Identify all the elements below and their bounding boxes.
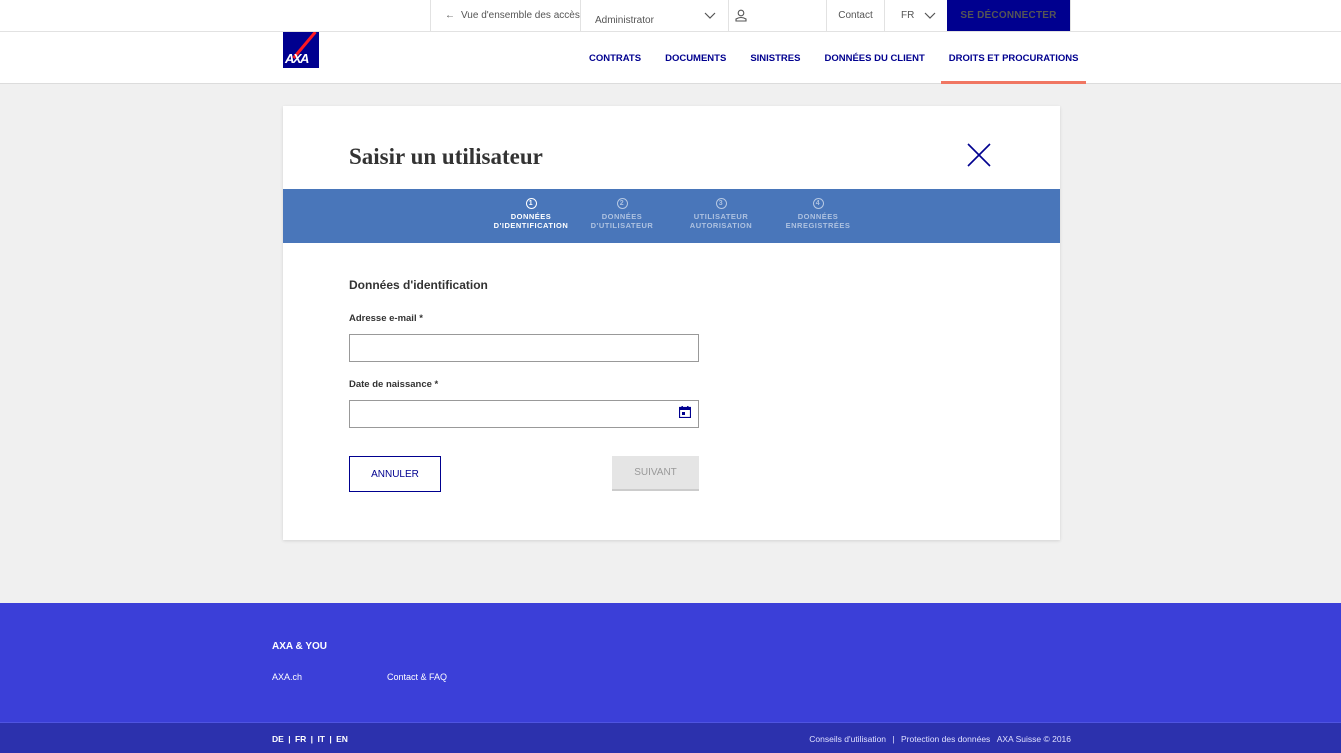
footer-bottom-bar: DE | FR | IT | EN Conseils d'utilisation… — [0, 722, 1341, 753]
step-label-line2: D'UTILISATEUR — [590, 221, 654, 230]
close-icon[interactable] — [966, 142, 992, 168]
back-to-overview-link[interactable]: ← Vue d'ensemble des accès — [430, 0, 580, 31]
contact-label: Contact — [838, 10, 873, 21]
lang-separator: | — [310, 734, 314, 744]
nav-item-rights-and-powers[interactable]: DROITS ET PROCURATIONS — [940, 32, 1087, 84]
progress-stepper: 1 DONNÉES D'IDENTIFICATION 2 DONNÉES D'U… — [283, 189, 1060, 243]
footer-lang-fr[interactable]: FR — [295, 734, 306, 744]
footer: AXA & YOU AXA.ch Contact & FAQ — [0, 603, 1341, 722]
footer-language-switcher: DE | FR | IT | EN — [272, 734, 350, 744]
arrow-left-icon: ← — [445, 10, 455, 21]
step-label-line2: AUTORISATION — [689, 221, 753, 230]
nav-item-claims[interactable]: SINISTRES — [750, 32, 800, 84]
birthdate-field[interactable] — [349, 400, 699, 428]
step-number: 4 — [812, 198, 824, 209]
step-number: 1 — [525, 198, 537, 209]
chevron-down-icon — [704, 12, 716, 19]
footer-legal-links: Conseils d'utilisation | Protection des … — [805, 734, 1071, 744]
role-select[interactable]: Administrator — [580, 0, 728, 31]
footer-copyright: AXA Suisse © 2016 — [996, 734, 1071, 744]
step-number: 3 — [715, 198, 727, 209]
nav-item-contracts[interactable]: CONTRATS — [589, 32, 641, 84]
calendar-icon[interactable] — [679, 406, 691, 418]
user-icon — [735, 9, 747, 22]
language-select[interactable]: FR — [884, 0, 944, 31]
email-label: Adresse e-mail * — [349, 313, 423, 324]
step-identification: 1 DONNÉES D'IDENTIFICATION — [486, 198, 576, 230]
step-label-line1: DONNÉES — [510, 212, 552, 221]
step-label-line1: UTILISATEUR — [693, 212, 749, 221]
step-authorization: 3 UTILISATEUR AUTORISATION — [676, 198, 766, 230]
add-user-dialog: Saisir un utilisateur 1 DONNÉES D'IDENTI… — [283, 106, 1060, 540]
user-profile-button[interactable] — [728, 0, 826, 31]
step-label-line1: DONNÉES — [601, 212, 643, 221]
nav-item-client-data[interactable]: DONNÉES DU CLIENT — [824, 32, 924, 84]
footer-lang-it[interactable]: IT — [317, 734, 325, 744]
contact-link[interactable]: Contact — [826, 0, 884, 31]
footer-link-terms[interactable]: Conseils d'utilisation — [809, 734, 886, 744]
lang-separator: | — [288, 734, 291, 744]
cancel-button[interactable]: ANNULER — [349, 456, 441, 492]
legal-separator: | — [892, 734, 895, 744]
step-label-line2: ENREGISTRÉES — [785, 221, 851, 230]
nav-links: CONTRATS DOCUMENTS SINISTRES DONNÉES DU … — [589, 32, 1102, 84]
step-label-line1: DONNÉES — [797, 212, 839, 221]
step-saved: 4 DONNÉES ENREGISTRÉES — [773, 198, 863, 230]
birthdate-label: Date de naissance * — [349, 379, 439, 390]
logo-text: AXA — [285, 51, 309, 66]
footer-lang-en[interactable]: EN — [336, 734, 348, 744]
chevron-down-icon — [924, 12, 936, 19]
dialog-title: Saisir un utilisateur — [349, 144, 543, 169]
footer-link-axa-ch[interactable]: AXA.ch — [272, 672, 302, 682]
axa-logo[interactable]: AXA — [283, 32, 319, 68]
back-to-overview-label: Vue d'ensemble des accès — [461, 10, 580, 21]
footer-title: AXA & YOU — [272, 641, 328, 652]
topbar-divider — [1070, 0, 1071, 31]
section-title: Données d'identification — [349, 278, 488, 292]
language-select-value: FR — [901, 10, 915, 21]
email-field[interactable] — [349, 334, 699, 362]
step-label-line2: D'IDENTIFICATION — [493, 221, 569, 230]
role-select-value: Administrator — [595, 15, 654, 26]
top-utility-bar: ← Vue d'ensemble des accès Administrator… — [0, 0, 1341, 32]
footer-link-contact-faq[interactable]: Contact & FAQ — [387, 672, 447, 682]
logout-label: SE DÉCONNECTER — [960, 10, 1057, 21]
logout-button[interactable]: SE DÉCONNECTER — [947, 0, 1070, 31]
step-user-data: 2 DONNÉES D'UTILISATEUR — [577, 198, 667, 230]
lang-separator: | — [329, 734, 332, 744]
nav-item-documents[interactable]: DOCUMENTS — [665, 32, 726, 84]
main-navigation: AXA CONTRATS DOCUMENTS SINISTRES DONNÉES… — [0, 32, 1341, 84]
next-button[interactable]: SUIVANT — [612, 456, 699, 491]
step-number: 2 — [616, 198, 628, 209]
footer-link-privacy[interactable]: Protection des données — [901, 734, 990, 744]
footer-lang-de[interactable]: DE — [272, 734, 284, 744]
